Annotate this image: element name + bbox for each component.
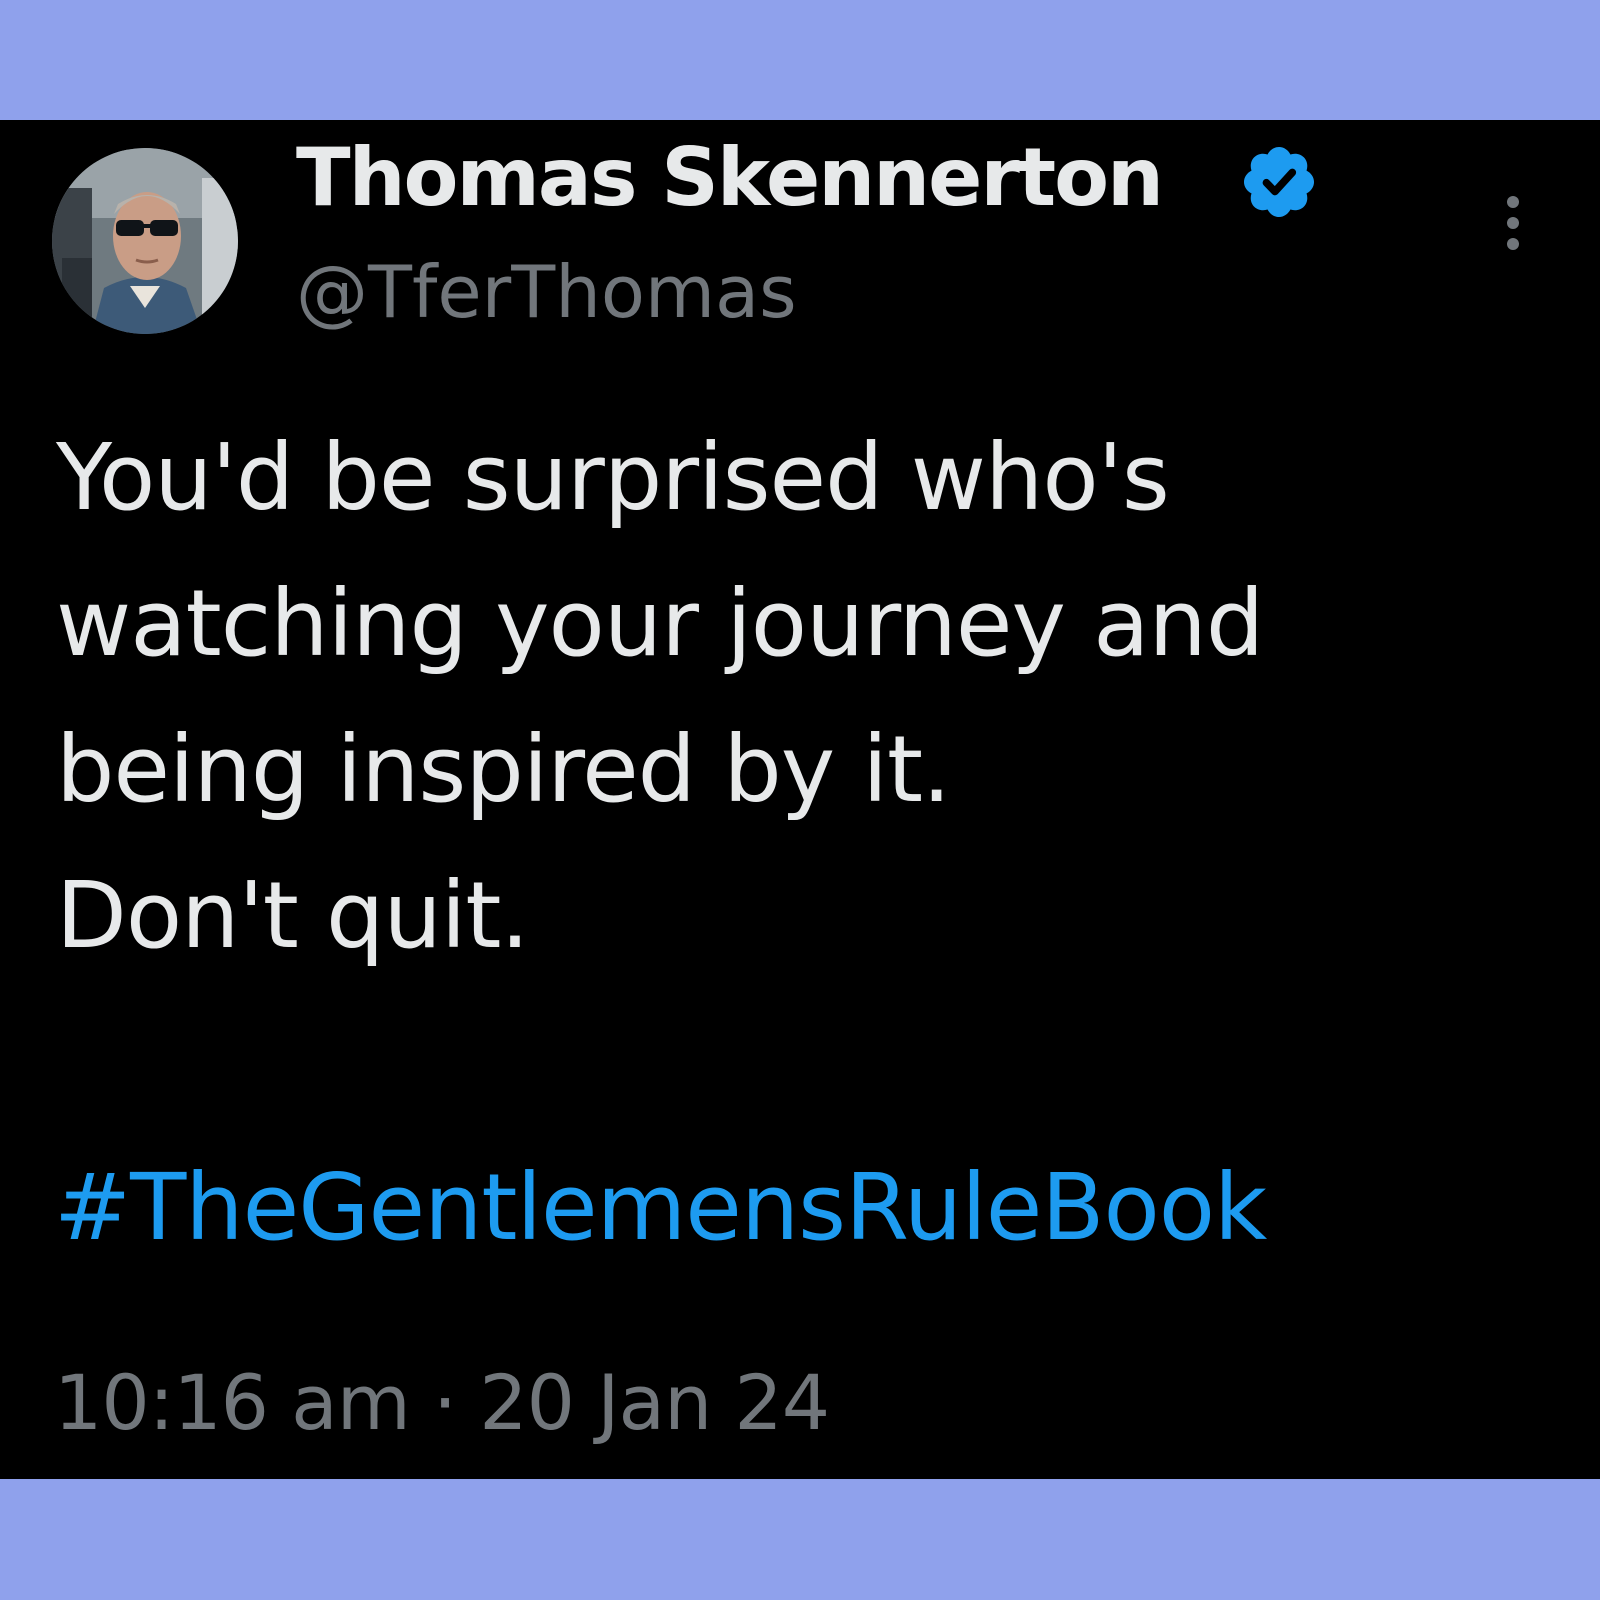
tweet-text-line: watching your journey and: [56, 570, 1264, 677]
profile-photo-icon: [52, 148, 238, 334]
menu-dot: [1507, 217, 1519, 229]
more-vertical-icon[interactable]: [1486, 188, 1540, 258]
top-border-band: [0, 0, 1600, 120]
tweet-text-line: being inspired by it.: [56, 716, 951, 823]
avatar[interactable]: [52, 148, 238, 334]
hashtag-link[interactable]: #TheGentlemensRuleBook: [54, 1148, 1267, 1268]
image-frame: Thomas Skennerton @TferThomas You'd be s…: [0, 0, 1600, 1600]
bottom-border-band: [0, 1479, 1600, 1600]
menu-dot: [1507, 196, 1519, 208]
menu-dot: [1507, 238, 1519, 250]
tweet-timestamp[interactable]: 10:16 am · 20 Jan 24: [54, 1353, 830, 1453]
verified-badge-icon: [1243, 146, 1315, 218]
tweet-text: You'd be surprised who's watching your j…: [56, 405, 1556, 989]
tweet-text-line: You'd be surprised who's: [56, 424, 1170, 531]
display-name[interactable]: Thomas Skennerton: [296, 128, 1164, 228]
user-handle[interactable]: @TferThomas: [296, 244, 797, 340]
tweet-text-line: Don't quit.: [56, 862, 530, 969]
